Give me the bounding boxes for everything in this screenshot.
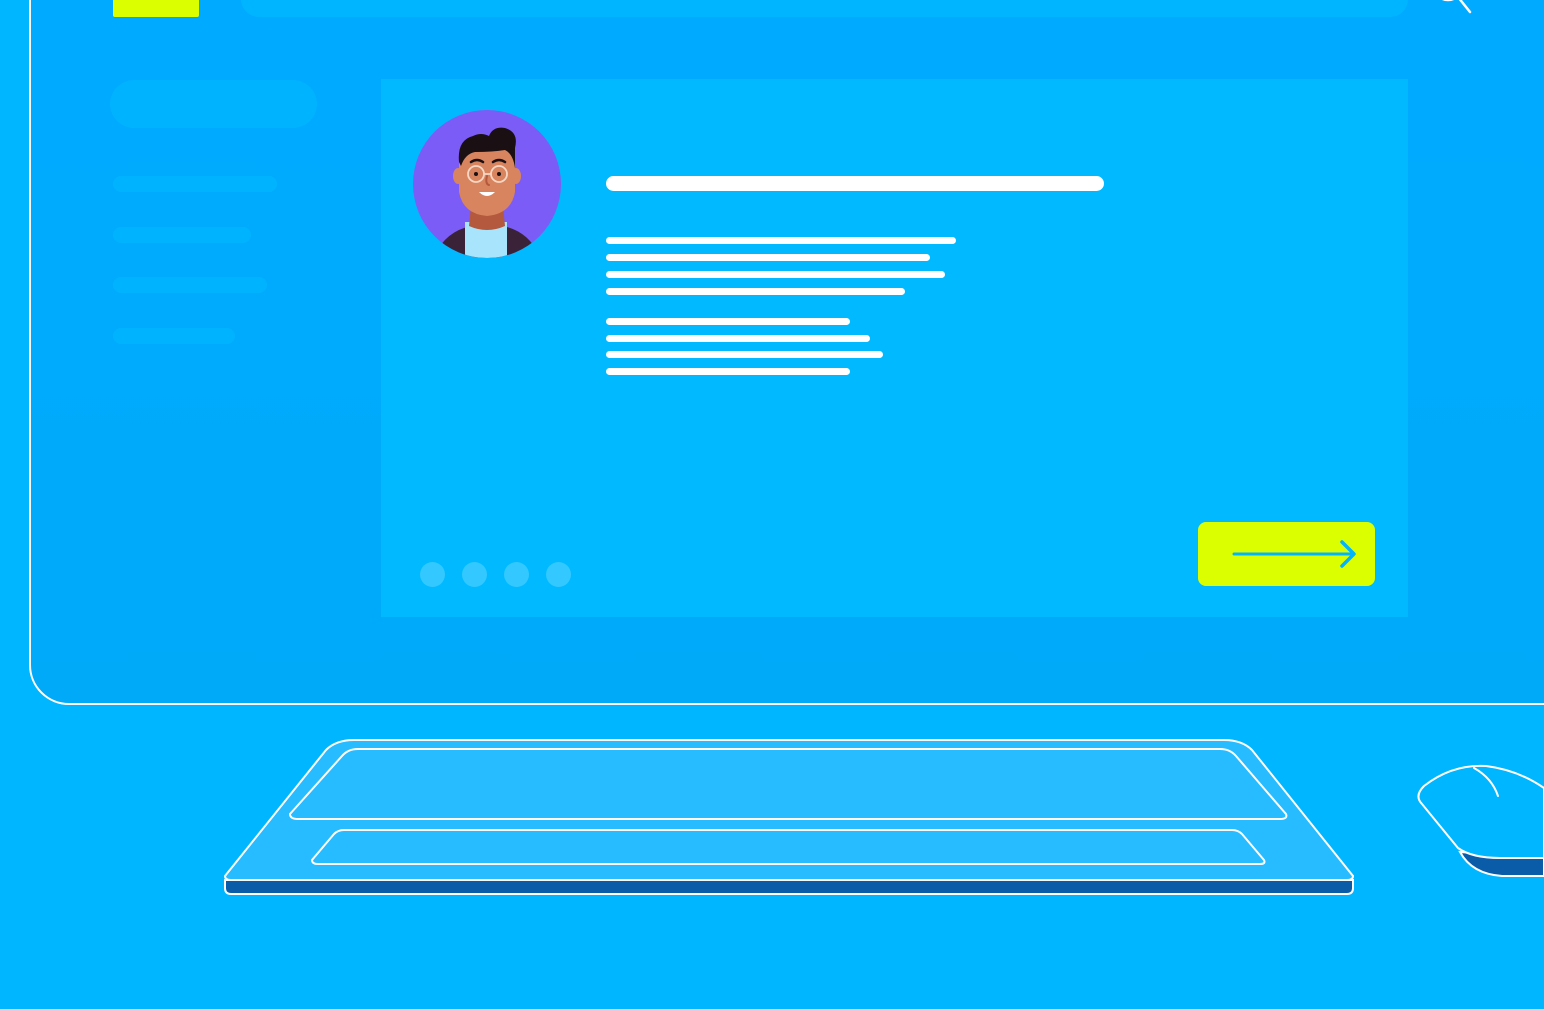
mouse-illustration xyxy=(1417,764,1544,877)
text-line xyxy=(606,271,945,278)
text-line xyxy=(606,318,850,325)
pagination-dot[interactable] xyxy=(504,562,529,587)
pagination-dot[interactable] xyxy=(420,562,445,587)
text-line xyxy=(606,351,883,358)
text-line xyxy=(606,368,850,375)
person-avatar-icon xyxy=(413,110,561,258)
text-line xyxy=(606,237,956,244)
search-icon[interactable] xyxy=(1430,0,1476,18)
sidebar-item[interactable] xyxy=(113,328,235,344)
pagination-dot[interactable] xyxy=(462,562,487,587)
illustration-scene xyxy=(0,0,1544,1009)
content-card xyxy=(381,79,1408,617)
sidebar-item[interactable] xyxy=(113,176,277,192)
arrow-right-icon xyxy=(1232,540,1356,568)
sidebar-item[interactable] xyxy=(113,227,251,243)
text-line xyxy=(606,335,870,342)
logo[interactable] xyxy=(113,0,199,17)
text-line xyxy=(606,288,905,295)
search-input[interactable] xyxy=(241,0,1408,17)
pagination-dot[interactable] xyxy=(546,562,571,587)
keyboard-illustration xyxy=(223,739,1355,895)
text-line xyxy=(606,254,930,261)
sidebar-header-pill[interactable] xyxy=(110,80,317,128)
sidebar-item[interactable] xyxy=(113,277,267,293)
headline-placeholder xyxy=(606,176,1104,191)
next-button[interactable] xyxy=(1198,522,1375,586)
